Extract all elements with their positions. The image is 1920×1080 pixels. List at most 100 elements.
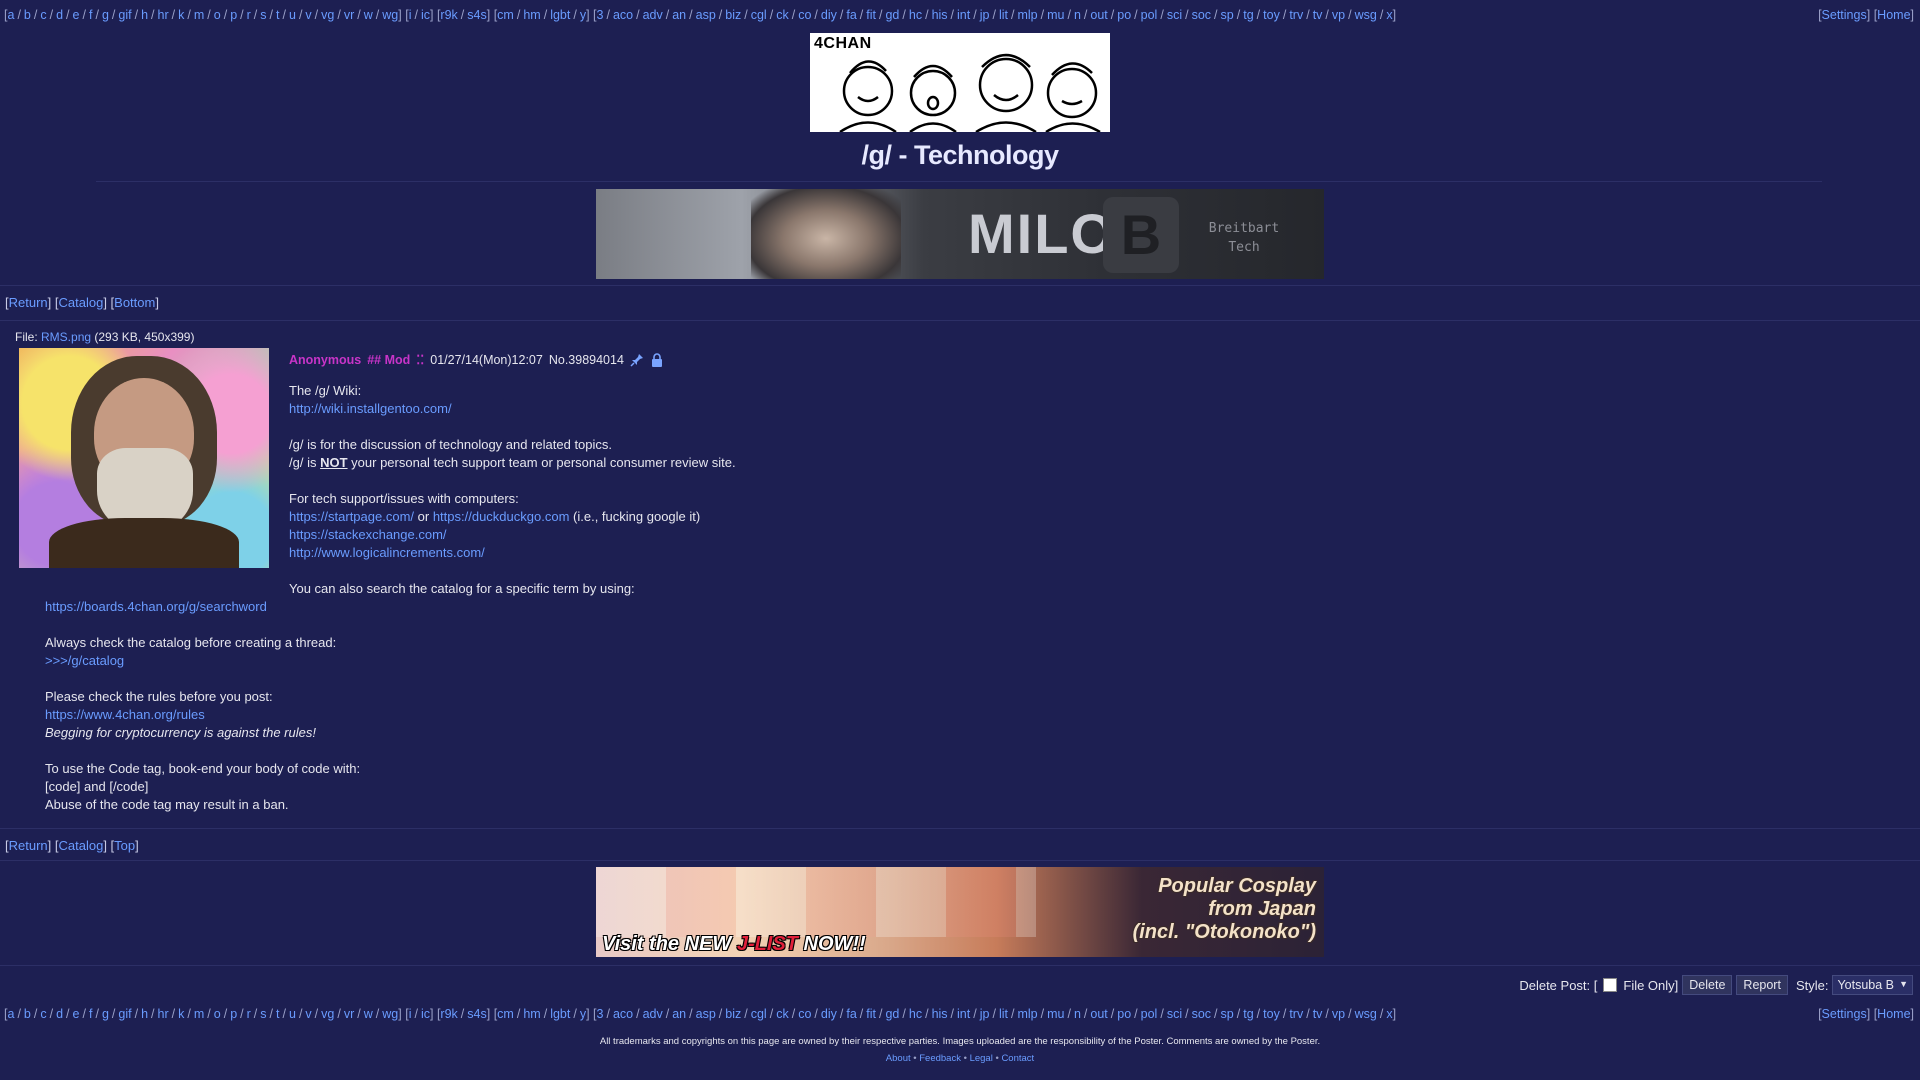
board-link-vr[interactable]: vr bbox=[344, 1007, 354, 1021]
board-link-soc[interactable]: soc bbox=[1192, 1007, 1211, 1021]
legal-link[interactable]: Legal bbox=[970, 1053, 993, 1064]
home-link-bottom[interactable]: Home bbox=[1877, 1007, 1910, 1021]
board-link-an[interactable]: an bbox=[672, 8, 686, 22]
board-link-tv[interactable]: tv bbox=[1313, 1007, 1323, 1021]
board-link-jp[interactable]: jp bbox=[980, 1007, 990, 1021]
board-link-cgl[interactable]: cgl bbox=[751, 8, 767, 22]
board-link-sp[interactable]: sp bbox=[1221, 1007, 1234, 1021]
board-link-soc[interactable]: soc bbox=[1192, 8, 1211, 22]
board-link-mu[interactable]: mu bbox=[1047, 8, 1064, 22]
board-link-lit[interactable]: lit bbox=[999, 8, 1008, 22]
board-link-wg[interactable]: wg bbox=[382, 8, 398, 22]
board-link-toy[interactable]: toy bbox=[1263, 8, 1280, 22]
bottom-link[interactable]: Bottom bbox=[114, 295, 155, 310]
board-link-hm[interactable]: hm bbox=[523, 8, 540, 22]
board-link-his[interactable]: his bbox=[932, 8, 948, 22]
board-link-v[interactable]: v bbox=[305, 8, 311, 22]
board-link-o[interactable]: o bbox=[214, 1007, 221, 1021]
board-link-out[interactable]: out bbox=[1090, 1007, 1107, 1021]
board-link-po[interactable]: po bbox=[1117, 1007, 1131, 1021]
board-link-aco[interactable]: aco bbox=[613, 8, 633, 22]
board-link-an[interactable]: an bbox=[672, 1007, 686, 1021]
board-link-adv[interactable]: adv bbox=[643, 8, 663, 22]
board-link-c[interactable]: c bbox=[40, 8, 46, 22]
board-link-h[interactable]: h bbox=[141, 8, 148, 22]
board-link-b[interactable]: b bbox=[24, 8, 31, 22]
about-link[interactable]: About bbox=[886, 1053, 911, 1064]
board-link-adv[interactable]: adv bbox=[643, 1007, 663, 1021]
board-link-co[interactable]: co bbox=[798, 8, 811, 22]
settings-link-bottom[interactable]: Settings bbox=[1822, 1007, 1867, 1021]
wiki-link[interactable]: http://wiki.installgentoo.com/ bbox=[289, 401, 452, 416]
feedback-link[interactable]: Feedback bbox=[919, 1053, 961, 1064]
settings-link[interactable]: Settings bbox=[1822, 8, 1867, 22]
ad-banner-bottom[interactable]: Visit the NEW J-LIST NOW!! Popular Cospl… bbox=[596, 867, 1324, 957]
report-button[interactable]: Report bbox=[1736, 975, 1788, 995]
post-number[interactable]: No.39894014 bbox=[549, 353, 624, 367]
board-link-s4s[interactable]: s4s bbox=[467, 8, 486, 22]
board-link-u[interactable]: u bbox=[289, 8, 296, 22]
board-link-mlp[interactable]: mlp bbox=[1017, 8, 1037, 22]
board-link-toy[interactable]: toy bbox=[1263, 1007, 1280, 1021]
board-link-w[interactable]: w bbox=[364, 1007, 373, 1021]
board-link-w[interactable]: w bbox=[364, 8, 373, 22]
file-name-link[interactable]: RMS.png bbox=[41, 330, 91, 344]
board-link-gif[interactable]: gif bbox=[118, 8, 131, 22]
board-link-asp[interactable]: asp bbox=[696, 1007, 716, 1021]
board-link-ck[interactable]: ck bbox=[776, 8, 789, 22]
startpage-link[interactable]: https://startpage.com/ bbox=[289, 509, 414, 524]
board-link-cm[interactable]: cm bbox=[497, 1007, 514, 1021]
board-link-tg[interactable]: tg bbox=[1243, 1007, 1253, 1021]
board-link-gd[interactable]: gd bbox=[885, 8, 899, 22]
catalog-link[interactable]: Catalog bbox=[59, 295, 104, 310]
board-banner[interactable]: 4CHAN bbox=[810, 33, 1110, 132]
board-link-jp[interactable]: jp bbox=[980, 8, 990, 22]
board-link-tg[interactable]: tg bbox=[1243, 8, 1253, 22]
home-link[interactable]: Home bbox=[1877, 8, 1910, 22]
board-link-lgbt[interactable]: lgbt bbox=[550, 1007, 570, 1021]
board-link-fit[interactable]: fit bbox=[866, 8, 876, 22]
board-link-fit[interactable]: fit bbox=[866, 1007, 876, 1021]
board-link-mu[interactable]: mu bbox=[1047, 1007, 1064, 1021]
board-link-gif[interactable]: gif bbox=[118, 1007, 131, 1021]
board-link-hc[interactable]: hc bbox=[909, 8, 922, 22]
board-link-trv[interactable]: trv bbox=[1289, 1007, 1303, 1021]
board-link-cgl[interactable]: cgl bbox=[751, 1007, 767, 1021]
top-link[interactable]: Top bbox=[114, 838, 135, 853]
board-link-co[interactable]: co bbox=[798, 1007, 811, 1021]
board-link-fa[interactable]: fa bbox=[846, 8, 856, 22]
board-link-o[interactable]: o bbox=[214, 8, 221, 22]
delete-button[interactable]: Delete bbox=[1682, 975, 1733, 995]
board-link-vg[interactable]: vg bbox=[321, 8, 334, 22]
ad-banner-top[interactable]: MILO B Breitbart Tech bbox=[596, 189, 1324, 279]
return-link[interactable]: Return bbox=[9, 295, 48, 310]
board-link-sci[interactable]: sci bbox=[1167, 1007, 1182, 1021]
contact-link[interactable]: Contact bbox=[1001, 1053, 1034, 1064]
post-image[interactable] bbox=[19, 348, 269, 568]
board-link-tv[interactable]: tv bbox=[1313, 8, 1323, 22]
board-link-ic[interactable]: ic bbox=[421, 1007, 430, 1021]
board-link-s[interactable]: s bbox=[260, 8, 266, 22]
board-link-lgbt[interactable]: lgbt bbox=[550, 8, 570, 22]
board-link-vp[interactable]: vp bbox=[1332, 1007, 1345, 1021]
board-link-sp[interactable]: sp bbox=[1221, 8, 1234, 22]
board-link-n[interactable]: n bbox=[1074, 8, 1081, 22]
board-link-po[interactable]: po bbox=[1117, 8, 1131, 22]
board-link-pol[interactable]: pol bbox=[1141, 8, 1158, 22]
board-link-t[interactable]: t bbox=[276, 8, 279, 22]
board-link-t[interactable]: t bbox=[276, 1007, 279, 1021]
board-link-gd[interactable]: gd bbox=[885, 1007, 899, 1021]
board-link-ck[interactable]: ck bbox=[776, 1007, 789, 1021]
board-link-ic[interactable]: ic bbox=[421, 8, 430, 22]
board-link-vr[interactable]: vr bbox=[344, 8, 354, 22]
board-link-m[interactable]: m bbox=[194, 1007, 204, 1021]
file-only-checkbox[interactable] bbox=[1603, 978, 1618, 992]
return-link-bottom[interactable]: Return bbox=[9, 838, 48, 853]
style-select[interactable]: Yotsuba B ▼ bbox=[1832, 975, 1913, 995]
board-link-hc[interactable]: hc bbox=[909, 1007, 922, 1021]
duckduckgo-link[interactable]: https://duckduckgo.com bbox=[433, 509, 570, 524]
board-link-int[interactable]: int bbox=[957, 8, 970, 22]
board-link-h[interactable]: h bbox=[141, 1007, 148, 1021]
searchword-link[interactable]: https://boards.4chan.org/g/searchword bbox=[45, 599, 267, 614]
logicalincrements-link[interactable]: http://www.logicalincrements.com/ bbox=[289, 545, 485, 560]
